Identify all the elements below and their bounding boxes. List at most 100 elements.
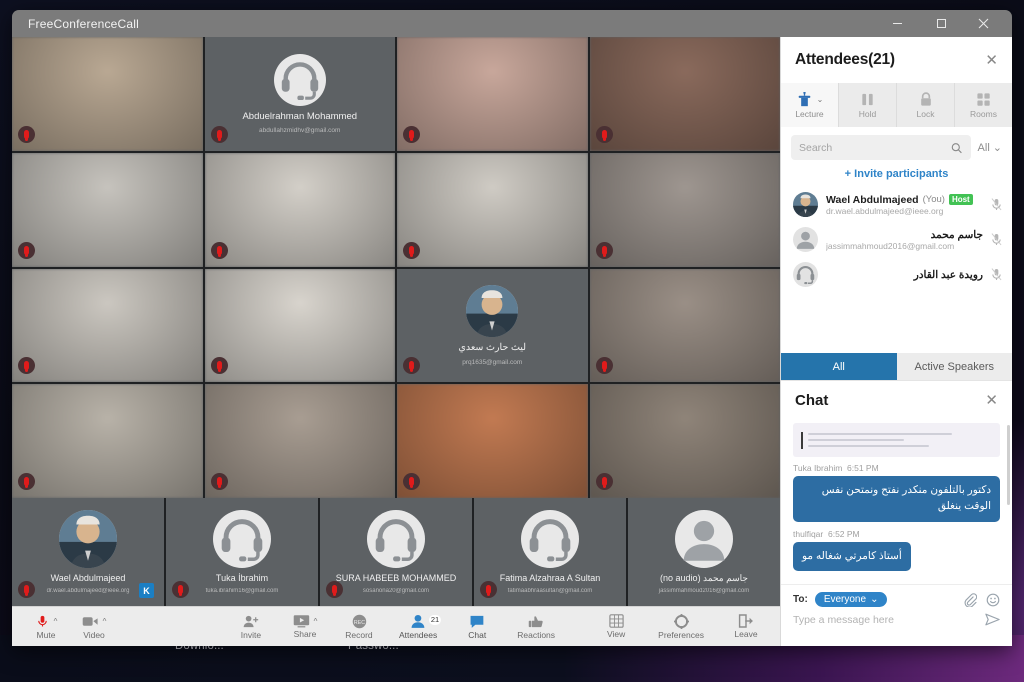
chat-label: Chat — [468, 629, 487, 640]
tab-all[interactable]: All — [781, 353, 897, 380]
leave-button[interactable]: Leave — [726, 614, 766, 639]
video-tile[interactable] — [12, 37, 203, 151]
video-tile[interactable] — [204, 152, 395, 267]
video-tile[interactable] — [397, 152, 588, 267]
chat-document-preview[interactable] — [793, 423, 1000, 457]
video-feed — [589, 37, 780, 151]
mic-muted-icon[interactable] — [991, 233, 1002, 246]
mute-indicator-icon — [18, 581, 35, 598]
participant-name: Tuka İbrahim — [215, 572, 269, 583]
meeting-toolbar: ^ Mute ^ Video Invite ^ Share REC Record… — [12, 606, 780, 646]
chat-panel: Chat ✕ Tuka Ibrahim 6:51 PM دكتور بالتلف… — [781, 380, 1012, 646]
lecture-mode-button[interactable]: ⌄ Lecture — [781, 83, 839, 127]
participant-row[interactable]: Wael Abdulmajeed (You) Host dr.wael.abdulma… — [781, 187, 1012, 222]
headset-avatar-icon — [529, 518, 571, 561]
chat-composer: To: Everyone ⌄ — [781, 584, 1012, 646]
search-input[interactable] — [799, 141, 952, 154]
tab-active-speakers[interactable]: Active Speakers — [896, 353, 1012, 380]
video-tile[interactable] — [589, 152, 780, 267]
minimize-button[interactable] — [878, 10, 916, 37]
avatar — [793, 227, 818, 252]
attendees-panel-header: Attendees(21) ✕ — [781, 37, 1012, 83]
share-button[interactable]: ^ Share — [285, 614, 325, 639]
participant-name: جاسم محمد (no audio) — [660, 572, 748, 583]
video-tile[interactable] — [397, 384, 588, 498]
reactions-button[interactable]: Reactions — [511, 614, 561, 640]
mute-caret-icon[interactable]: ^ — [54, 617, 58, 626]
avatar-placeholder: Abduelrahman Mohammed abdullahzmidhv@gmai… — [205, 37, 396, 151]
share-caret-icon[interactable]: ^ — [314, 617, 318, 626]
photo-avatar-icon — [59, 509, 117, 568]
video-tile[interactable] — [12, 384, 203, 498]
headset-avatar-icon — [375, 518, 417, 561]
video-caret-icon[interactable]: ^ — [103, 617, 107, 626]
video-tile[interactable] — [12, 268, 203, 383]
recipient-dropdown[interactable]: Everyone ⌄ — [814, 592, 888, 607]
photo-avatar-icon — [793, 192, 818, 217]
participant-row[interactable]: جاسم محمد jassimmahmoud2016@gmail.com — [781, 222, 1012, 257]
attendee-mode-bar: ⌄ Lecture Hold Lock Rooms — [781, 83, 1012, 127]
video-button[interactable]: ^ Video — [74, 614, 114, 640]
avatar — [793, 192, 818, 217]
message-input[interactable] — [793, 613, 985, 626]
participant-row[interactable]: رويدة عبد القادر — [781, 257, 1012, 292]
video-tile[interactable] — [397, 37, 588, 151]
strip-participant-tile[interactable]: Fatima Alzahraa A Sultan fatimaabhraasult… — [474, 498, 626, 606]
lecture-caret-icon[interactable]: ⌄ — [817, 95, 824, 104]
video-tile[interactable] — [589, 384, 780, 498]
paperclip-icon[interactable] — [963, 592, 977, 607]
view-button[interactable]: View — [596, 614, 636, 639]
mute-indicator-icon — [595, 241, 613, 259]
strip-participant-tile[interactable]: Wael Abdulmajeed dr.wael.abdulmajeed@ieee… — [12, 498, 164, 606]
search-box[interactable] — [791, 135, 971, 160]
video-tile[interactable] — [589, 268, 780, 383]
invite-participants-label: Invite participants — [854, 168, 949, 180]
reactions-label: Reactions — [517, 629, 556, 640]
record-button[interactable]: REC Record — [339, 614, 379, 640]
chat-scrollbar[interactable] — [1007, 425, 1010, 505]
emoji-icon[interactable] — [986, 593, 1000, 607]
video-feed — [204, 384, 395, 498]
window-title: FreeConferenceCall — [28, 16, 139, 31]
chat-button[interactable]: Chat — [457, 614, 497, 640]
preferences-button[interactable]: Preferences — [652, 613, 710, 640]
lecture-label: Lecture — [795, 108, 824, 119]
mute-indicator-icon — [172, 581, 189, 598]
video-tile[interactable] — [12, 152, 203, 267]
video-tile[interactable] — [204, 268, 395, 383]
you-label: (You) — [922, 194, 945, 205]
avatar — [466, 285, 519, 338]
avatar — [793, 262, 818, 287]
video-tile[interactable] — [204, 384, 395, 498]
video-tile[interactable]: ليث حارث سعدي prq1635@gmail.com — [397, 268, 588, 383]
invite-participants-button[interactable]: + Invite participants — [781, 164, 1012, 187]
hold-mode-button[interactable]: Hold — [839, 83, 897, 127]
strip-participant-tile[interactable]: Tuka İbrahim tuka.ibrahim16@gmail.com — [166, 498, 318, 606]
close-attendees-icon[interactable]: ✕ — [985, 53, 998, 68]
mute-button[interactable]: ^ Mute — [26, 614, 66, 640]
video-stage: Abduelrahman Mohammed abdullahzmidhv@gmai… — [12, 37, 780, 646]
lock-mode-button[interactable]: Lock — [897, 83, 955, 127]
strip-participant-tile[interactable]: جاسم محمد (no audio) jassimmahmoud2016@gm… — [628, 498, 780, 606]
mute-indicator-icon — [403, 473, 420, 490]
close-button[interactable] — [964, 10, 1002, 37]
video-tile[interactable] — [589, 37, 780, 151]
record-icon: REC — [352, 614, 366, 628]
chat-messages[interactable]: Tuka Ibrahim 6:51 PM دكتور بالتلفون منكد… — [781, 419, 1012, 584]
attendee-filter-dropdown[interactable]: All ⌄ — [978, 141, 1002, 155]
chat-title: Chat — [795, 391, 829, 409]
attendees-button[interactable]: 21 Attendees — [393, 614, 443, 640]
strip-participant-tile[interactable]: SURA HABEEB MOHAMMED sosanona20@gmail.com — [320, 498, 472, 606]
recipient-value: Everyone — [823, 594, 867, 605]
mic-muted-icon[interactable] — [991, 268, 1002, 281]
invite-button[interactable]: Invite — [231, 614, 271, 640]
video-tile[interactable]: Abduelrahman Mohammed abdullahzmidhv@gmai… — [204, 37, 396, 151]
desktop-background: Downlo... Passwo... FreeConferenceCall A… — [0, 0, 1024, 682]
participant-name: Wael Abdulmajeed — [826, 193, 919, 206]
pause-icon — [862, 93, 873, 105]
mic-muted-icon[interactable] — [991, 198, 1002, 211]
close-chat-icon[interactable]: ✕ — [985, 393, 998, 408]
rooms-mode-button[interactable]: Rooms — [955, 83, 1012, 127]
maximize-button[interactable] — [922, 10, 960, 37]
send-icon[interactable] — [985, 613, 1000, 626]
